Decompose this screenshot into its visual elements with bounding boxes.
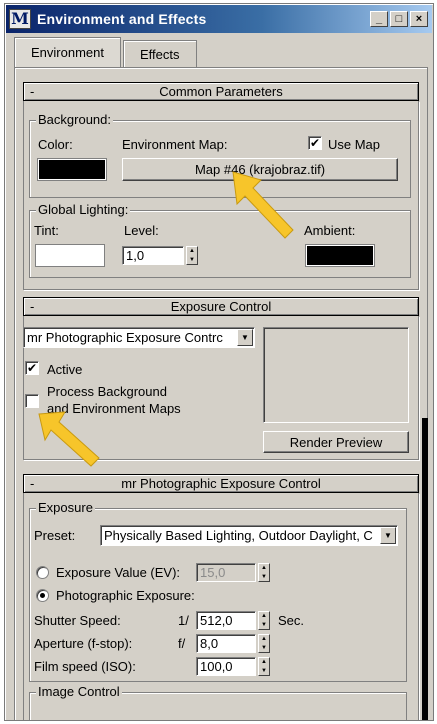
exposure-group: Exposure Preset: Physically Based Lighti… [29, 500, 407, 682]
global-lighting-group: Global Lighting: Tint: Level: 1,0 ▲ ▼ Amb… [29, 202, 411, 278]
background-color-swatch[interactable] [38, 159, 106, 180]
collapse-icon: - [30, 84, 35, 99]
spinner-down-icon: ▼ [261, 644, 267, 651]
photographic-exposure-label: Photographic Exposure: [56, 588, 195, 603]
app-icon: M [9, 9, 31, 29]
exposure-preview-box [263, 327, 409, 423]
render-preview-button[interactable]: Render Preview [263, 431, 409, 453]
group-label: Background: [36, 112, 113, 128]
process-background-label-line1: Process Background [47, 384, 167, 399]
use-map-label: Use Map [328, 137, 381, 152]
process-background-checkbox[interactable] [25, 394, 39, 408]
level-label: Level: [124, 223, 159, 238]
maximize-button[interactable]: □ [390, 11, 408, 27]
aperture-spinner[interactable]: ▲ ▼ [258, 634, 270, 653]
active-label: Active [47, 362, 83, 377]
photographic-exposure-radio[interactable] [36, 589, 49, 602]
spinner-down-icon: ▼ [261, 573, 267, 580]
shutter-speed-input[interactable]: 512,0 [196, 611, 256, 630]
exposure-type-dropdown[interactable]: mr Photographic Exposure Contrc ▼ [23, 327, 255, 348]
shutter-prefix: 1/ [178, 613, 189, 628]
mr-exposure-rollout: - mr Photographic Exposure Control Expos… [23, 474, 419, 720]
aperture-prefix: f/ [178, 636, 186, 651]
annotation-arrow-icon [38, 411, 100, 467]
preset-label: Preset: [34, 528, 76, 543]
exposure-value-input[interactable]: 15,0 [196, 563, 256, 582]
spinner-up-icon: ▲ [189, 248, 195, 255]
tint-color-swatch[interactable] [36, 245, 104, 266]
close-button[interactable]: × [410, 11, 428, 27]
dropdown-value: Physically Based Lighting, Outdoor Dayli… [104, 528, 373, 543]
rollout-title: Common Parameters [159, 84, 283, 99]
film-speed-spinner[interactable]: ▲ ▼ [258, 657, 270, 676]
window-title: Environment and Effects [37, 11, 207, 27]
preset-dropdown[interactable]: Physically Based Lighting, Outdoor Dayli… [100, 525, 398, 546]
spinner-down-icon: ▼ [261, 667, 267, 674]
rollout-title: Exposure Control [170, 299, 272, 314]
chevron-down-icon[interactable]: ▼ [380, 527, 396, 544]
title-bar[interactable]: M Environment and Effects _ □ × [6, 5, 432, 33]
shutter-speed-spinner[interactable]: ▲ ▼ [258, 611, 270, 630]
annotation-arrow-icon [232, 171, 294, 239]
mr-exposure-header[interactable]: - mr Photographic Exposure Control [23, 474, 419, 493]
ambient-color-swatch[interactable] [306, 245, 374, 266]
tab-strip: Environment Effects [14, 37, 199, 67]
environment-effects-window: M Environment and Effects _ □ × Environm… [4, 3, 434, 721]
color-label: Color: [38, 137, 73, 152]
image-control-group: Image Control [29, 684, 407, 720]
shutter-unit: Sec. [278, 613, 305, 628]
spinner-up-icon: ▲ [261, 565, 267, 572]
spinner-up-icon: ▲ [261, 659, 267, 666]
film-speed-input[interactable]: 100,0 [196, 657, 256, 676]
tab-environment[interactable]: Environment [14, 37, 121, 67]
group-label: Image Control [36, 684, 122, 700]
active-checkbox[interactable]: ✔ [25, 361, 39, 375]
collapse-icon: - [30, 299, 35, 314]
level-spinner[interactable]: ▲ ▼ [186, 246, 198, 265]
level-input[interactable]: 1,0 [122, 246, 184, 265]
minimize-button[interactable]: _ [370, 11, 388, 27]
spinner-up-icon: ▲ [261, 613, 267, 620]
ambient-label: Ambient: [304, 223, 356, 238]
exposure-control-header[interactable]: - Exposure Control [23, 297, 419, 316]
window-controls: _ □ × [370, 11, 428, 27]
shutter-speed-label: Shutter Speed: [34, 613, 121, 628]
exposure-value-spinner[interactable]: ▲ ▼ [258, 563, 270, 582]
spinner-down-icon: ▼ [261, 621, 267, 628]
collapse-icon: - [30, 476, 35, 491]
panel-scrollbar[interactable] [422, 418, 428, 720]
rollout-title: mr Photographic Exposure Control [121, 476, 321, 491]
chevron-down-icon[interactable]: ▼ [237, 329, 253, 346]
tint-label: Tint: [34, 223, 59, 238]
exposure-value-label: Exposure Value (EV): [56, 565, 181, 580]
radio-selected-dot [40, 593, 45, 598]
spinner-up-icon: ▲ [261, 636, 267, 643]
dropdown-value: mr Photographic Exposure Contrc [27, 330, 223, 345]
environment-panel: - Common Parameters Background: Color: E… [14, 67, 428, 720]
aperture-input[interactable]: 8,0 [196, 634, 256, 653]
background-group: Background: Color: Environment Map: ✔ Us… [29, 112, 411, 198]
environment-map-label: Environment Map: [122, 137, 228, 152]
common-parameters-header[interactable]: - Common Parameters [23, 82, 419, 101]
tab-effects[interactable]: Effects [122, 40, 197, 67]
group-label: Exposure [36, 500, 95, 516]
spinner-down-icon: ▼ [189, 256, 195, 263]
exposure-value-radio[interactable] [36, 566, 49, 579]
aperture-label: Aperture (f-stop): [34, 636, 133, 651]
film-speed-label: Film speed (ISO): [34, 659, 136, 674]
use-map-checkbox[interactable]: ✔ [308, 136, 322, 150]
common-parameters-rollout: - Common Parameters Background: Color: E… [23, 82, 419, 290]
group-label: Global Lighting: [36, 202, 131, 218]
